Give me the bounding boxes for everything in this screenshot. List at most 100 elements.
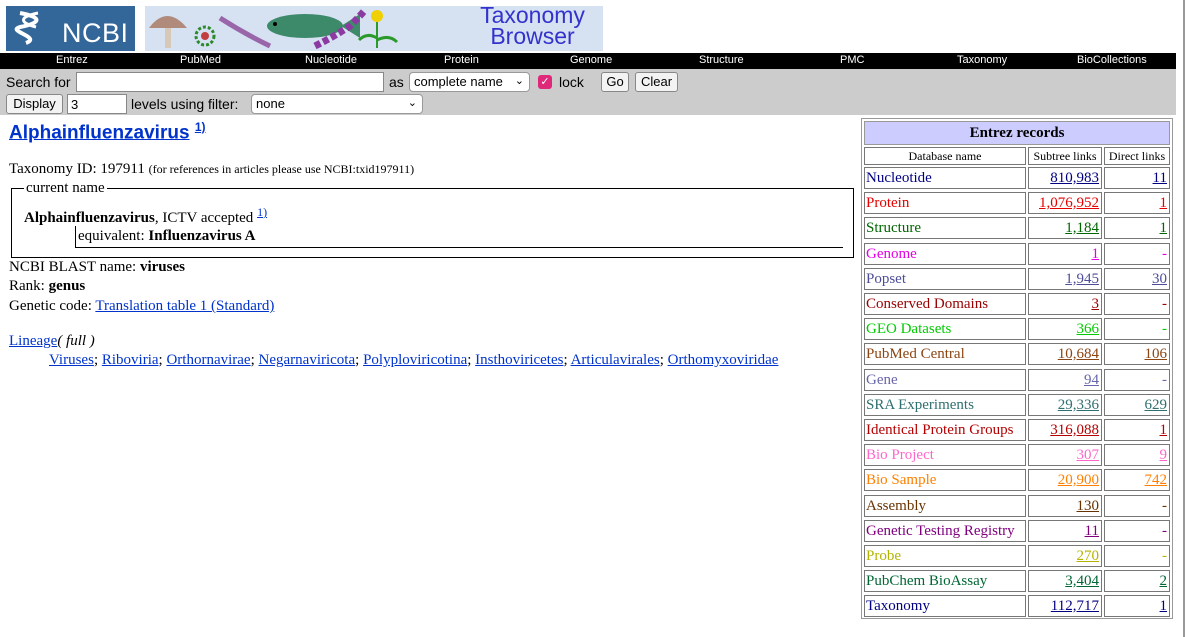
entrez-direct-link[interactable]: 742 xyxy=(1145,472,1168,488)
entrez-direct-link[interactable]: 11 xyxy=(1153,170,1167,186)
display-button[interactable]: Display xyxy=(6,94,63,114)
entrez-db-label: PubMed Central xyxy=(866,346,965,362)
nav-taxonomy[interactable]: Taxonomy xyxy=(957,54,1007,66)
entrez-subtree-link[interactable]: 3,404 xyxy=(1065,573,1099,589)
nav-nucleotide[interactable]: Nucleotide xyxy=(305,54,357,66)
entrez-subtree-link[interactable]: 1,184 xyxy=(1065,220,1099,236)
nav-pmc[interactable]: PMC xyxy=(840,54,864,66)
entrez-subtree-cell: 810,983 xyxy=(1028,167,1102,189)
entrez-subtree-cell: 94 xyxy=(1028,369,1102,391)
lineage-item[interactable]: Orthomyxoviridae xyxy=(668,352,779,368)
entrez-subtree-link[interactable]: 1 xyxy=(1092,246,1100,262)
entrez-direct-link[interactable]: 1 xyxy=(1160,598,1168,614)
entrez-subtree-cell: 307 xyxy=(1028,444,1102,466)
nav-protein[interactable]: Protein xyxy=(444,54,479,66)
nav-genome[interactable]: Genome xyxy=(570,54,612,66)
nav-biocollections[interactable]: BioCollections xyxy=(1077,54,1147,66)
lock-label: lock xyxy=(559,74,584,90)
entrez-db-label: Bio Project xyxy=(866,447,934,463)
entrez-subtree-link[interactable]: 810,983 xyxy=(1050,170,1099,186)
lineage-item[interactable]: Riboviria xyxy=(102,352,159,368)
entrez-direct-link: - xyxy=(1162,296,1167,312)
entrez-subtree-link[interactable]: 112,717 xyxy=(1051,598,1099,614)
entrez-subtree-cell: 1,945 xyxy=(1028,268,1102,290)
lineage-item[interactable]: Polyploviricotina xyxy=(363,352,467,368)
search-input[interactable] xyxy=(76,72,384,92)
entrez-direct-cell: - xyxy=(1104,520,1170,542)
name-mode-select[interactable]: complete name ⌄ xyxy=(409,72,530,92)
search-for-label: Search for xyxy=(6,74,71,90)
entrez-subtree-cell: 1 xyxy=(1028,243,1102,265)
search-bar: Search for as complete name ⌄ ✓ lock Go … xyxy=(0,69,1176,115)
nav-pubmed[interactable]: PubMed xyxy=(180,54,221,66)
equivalent-name: Influenzavirus A xyxy=(148,228,256,244)
column-header-subtree: Subtree links xyxy=(1028,147,1102,165)
entrez-direct-cell: 1 xyxy=(1104,595,1170,617)
levels-input[interactable] xyxy=(67,94,127,114)
entrez-subtree-link[interactable]: 130 xyxy=(1077,498,1100,514)
entrez-db-name: Genome xyxy=(864,243,1026,265)
entrez-subtree-link[interactable]: 29,336 xyxy=(1058,397,1099,413)
levels-label: levels using filter: xyxy=(131,96,239,112)
genetic-code-link[interactable]: Translation table 1 (Standard) xyxy=(95,298,274,314)
entrez-direct-link[interactable]: 1 xyxy=(1160,422,1168,438)
entrez-subtree-link[interactable]: 307 xyxy=(1077,447,1100,463)
entrez-subtree-link[interactable]: 316,088 xyxy=(1050,422,1099,438)
entrez-subtree-link[interactable]: 3 xyxy=(1092,296,1100,312)
entrez-db-label: Assembly xyxy=(866,498,926,514)
entrez-db-label: Protein xyxy=(866,195,910,211)
entrez-direct-cell: - xyxy=(1104,318,1170,340)
ncbi-logo[interactable]: NCBI xyxy=(6,6,135,51)
lineage-full-link[interactable]: ( full ) xyxy=(57,333,95,349)
lineage-item[interactable]: Negarnaviricota xyxy=(259,352,356,368)
entrez-subtree-cell: 316,088 xyxy=(1028,419,1102,441)
current-name-ref-link[interactable]: 1) xyxy=(257,205,267,219)
current-name-legend: current name xyxy=(24,180,107,197)
entrez-db-name: Conserved Domains xyxy=(864,293,1026,315)
entrez-direct-cell: - xyxy=(1104,293,1170,315)
entrez-subtree-link[interactable]: 1,945 xyxy=(1065,271,1099,287)
entrez-subtree-link[interactable]: 10,684 xyxy=(1058,346,1099,362)
lineage-item[interactable]: Articulavirales xyxy=(571,352,660,368)
column-header-direct: Direct links xyxy=(1104,147,1170,165)
current-name-line: Alphainfluenzavirus, ICTV accepted 1) xyxy=(24,205,267,227)
entrez-subtree-cell: 3,404 xyxy=(1028,570,1102,592)
go-button[interactable]: Go xyxy=(601,72,629,92)
entrez-direct-link[interactable]: 1 xyxy=(1160,195,1168,211)
entrez-direct-cell: - xyxy=(1104,369,1170,391)
entrez-db-label: SRA Experiments xyxy=(866,397,974,413)
entrez-direct-link[interactable]: 2 xyxy=(1160,573,1168,589)
entrez-subtree-cell: 270 xyxy=(1028,545,1102,567)
entrez-direct-cell: 11 xyxy=(1104,167,1170,189)
nav-structure[interactable]: Structure xyxy=(699,54,744,66)
lineage-link[interactable]: Lineage xyxy=(9,333,57,349)
entrez-subtree-link[interactable]: 366 xyxy=(1077,321,1100,337)
page-right-border xyxy=(1183,0,1185,637)
entrez-db-name: Genetic Testing Registry xyxy=(864,520,1026,542)
lock-checkbox[interactable]: ✓ xyxy=(538,75,552,89)
entrez-subtree-link[interactable]: 1,076,952 xyxy=(1039,195,1099,211)
entrez-direct-link[interactable]: 9 xyxy=(1160,447,1168,463)
clear-button[interactable]: Clear xyxy=(635,72,678,92)
entrez-db-label: Genetic Testing Registry xyxy=(866,523,1015,539)
entrez-direct-link[interactable]: 30 xyxy=(1152,271,1167,287)
entrez-db-name: GEO Datasets xyxy=(864,318,1026,340)
entrez-subtree-link[interactable]: 94 xyxy=(1084,372,1099,388)
entrez-subtree-link[interactable]: 270 xyxy=(1077,548,1100,564)
entrez-direct-link[interactable]: 106 xyxy=(1145,346,1168,362)
lineage-item[interactable]: Orthornavirae xyxy=(166,352,250,368)
entrez-direct-link[interactable]: 629 xyxy=(1145,397,1168,413)
entrez-subtree-link[interactable]: 20,900 xyxy=(1058,472,1099,488)
entrez-subtree-cell: 20,900 xyxy=(1028,469,1102,491)
taxon-title: Alphainfluenzavirus 1) xyxy=(9,120,205,144)
lineage-item[interactable]: Viruses xyxy=(49,352,94,368)
taxon-title-link[interactable]: Alphainfluenzavirus xyxy=(9,122,190,143)
entrez-direct-link[interactable]: 1 xyxy=(1160,220,1168,236)
taxon-title-ref-link[interactable]: 1) xyxy=(195,120,206,134)
nav-entrez[interactable]: Entrez xyxy=(56,54,88,66)
lineage-item[interactable]: Insthoviricetes xyxy=(475,352,563,368)
entrez-subtree-link[interactable]: 11 xyxy=(1085,523,1099,539)
filter-select[interactable]: none ⌄ xyxy=(251,94,423,114)
entrez-subtree-cell: 11 xyxy=(1028,520,1102,542)
entrez-direct-link: - xyxy=(1162,372,1167,388)
